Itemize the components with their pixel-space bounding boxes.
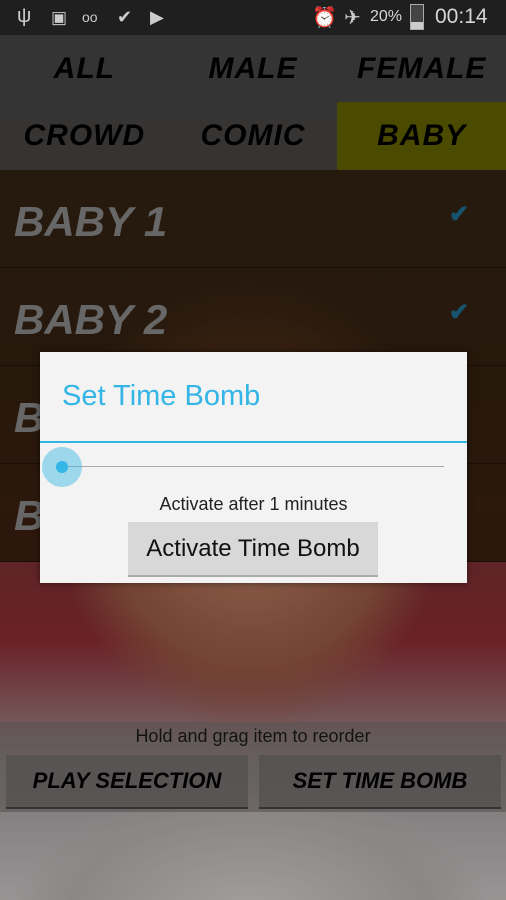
slider-thumb[interactable] xyxy=(42,447,82,487)
battery-percent: 20% xyxy=(370,8,403,25)
airplane-icon: ✈ xyxy=(344,7,361,29)
time-bomb-dialog: Set Time Bomb Activate after 1 minutes A… xyxy=(40,352,467,583)
battery-icon xyxy=(410,4,424,30)
briefcase-check-icon: ✔ xyxy=(117,7,133,27)
alarm-icon: ⏰ xyxy=(312,7,337,29)
briefcase-play-icon: ▶ xyxy=(150,7,164,27)
usb-icon: ψ xyxy=(17,5,32,27)
dialog-title: Set Time Bomb xyxy=(62,380,261,412)
activate-message: Activate after 1 minutes xyxy=(159,494,348,514)
voicemail-icon: oo xyxy=(82,9,98,25)
activate-time-bomb-button[interactable]: Activate Time Bomb xyxy=(128,522,378,577)
title-divider xyxy=(40,441,467,443)
image-icon: ▣ xyxy=(51,8,68,27)
status-bar: ψ ▣ oo ✔ ▶ ⏰ ✈ 20% 00:14 xyxy=(0,0,506,35)
minutes-slider[interactable] xyxy=(62,466,444,467)
clock: 00:14 xyxy=(435,5,488,28)
